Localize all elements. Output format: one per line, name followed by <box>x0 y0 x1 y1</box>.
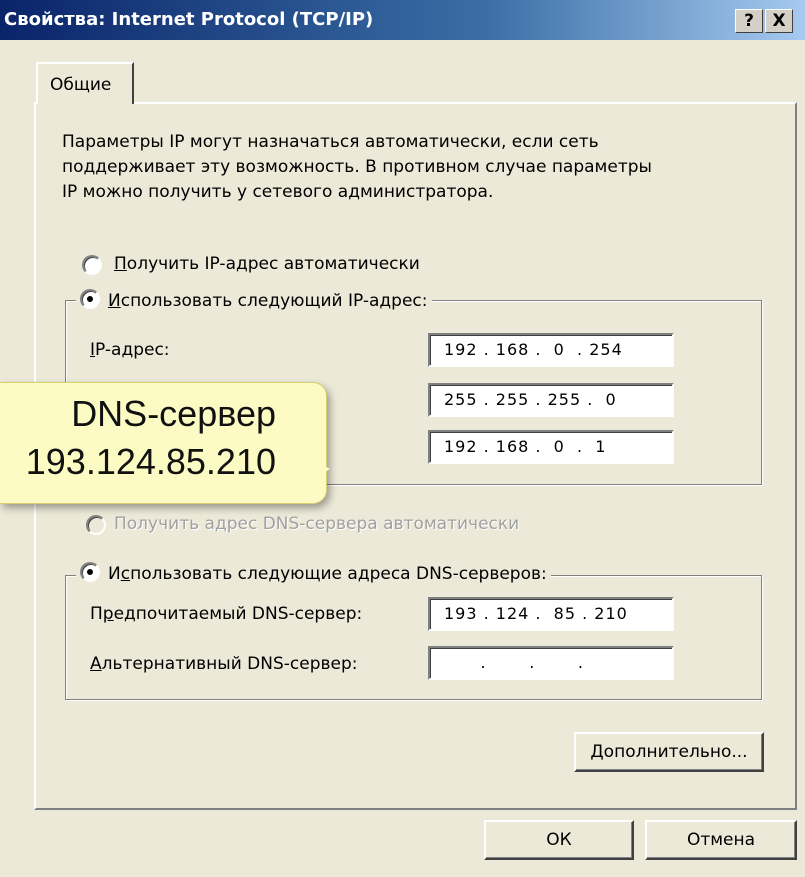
help-button[interactable]: ? <box>735 9 763 33</box>
default-gateway-field[interactable]: 192 . 168 . 0 . 1 <box>428 430 674 464</box>
intro-text: Параметры IP могут назначаться автоматич… <box>62 132 652 202</box>
preferred-dns-field[interactable]: 193 . 124 . 85 . 210 <box>428 597 674 631</box>
ok-button[interactable]: ОК <box>484 820 634 860</box>
dns-callout: DNS-сервер 193.124.85.210 <box>0 382 327 504</box>
dns-manual-radio[interactable] <box>80 562 100 582</box>
help-icon: ? <box>744 11 754 31</box>
alternate-dns-label: Альтернативный DNS-сервер: <box>90 654 358 674</box>
preferred-dns-label: Предпочитаемый DNS-сервер: <box>90 604 363 624</box>
callout-line1: DNS-сервер <box>71 393 276 434</box>
dns-settings-group <box>65 575 762 700</box>
window-title: Свойства: Internet Protocol (TCP/IP) <box>4 9 374 30</box>
ip-manual-legend: Использовать следующий IP-адрес: <box>76 289 432 311</box>
ip-auto-radio[interactable] <box>82 255 102 275</box>
dns-auto-radio <box>86 515 106 535</box>
dns-manual-label[interactable]: Использовать следующие адреса DNS-сервер… <box>108 564 547 584</box>
close-icon: X <box>772 11 786 31</box>
alternate-dns-field[interactable]: . . . <box>428 646 674 680</box>
dns-auto-label: Получить адрес DNS-сервера автоматически <box>114 514 520 534</box>
subnet-mask-field[interactable]: 255 . 255 . 255 . 0 <box>428 383 674 417</box>
advanced-button[interactable]: Дополнительно... <box>574 732 764 772</box>
ip-manual-label[interactable]: Использовать следующий IP-адрес: <box>108 291 428 311</box>
ip-auto-label[interactable]: Получить IP-адрес автоматически <box>114 254 420 274</box>
ip-address-field[interactable]: 192 . 168 . 0 . 254 <box>428 333 674 367</box>
tab-general[interactable]: Общие <box>36 62 134 104</box>
callout-tail <box>306 455 330 483</box>
close-button[interactable]: X <box>765 9 793 33</box>
dns-manual-legend: Использовать следующие адреса DNS-сервер… <box>76 562 551 584</box>
callout-line2: 193.124.85.210 <box>25 441 276 482</box>
ip-address-label: IP-адрес: <box>90 340 170 360</box>
title-bar[interactable]: Свойства: Internet Protocol (TCP/IP) ? X <box>0 0 805 40</box>
tab-general-label: Общие <box>50 75 112 95</box>
ip-manual-radio[interactable] <box>80 289 100 309</box>
cancel-button[interactable]: Отмена <box>645 820 797 860</box>
